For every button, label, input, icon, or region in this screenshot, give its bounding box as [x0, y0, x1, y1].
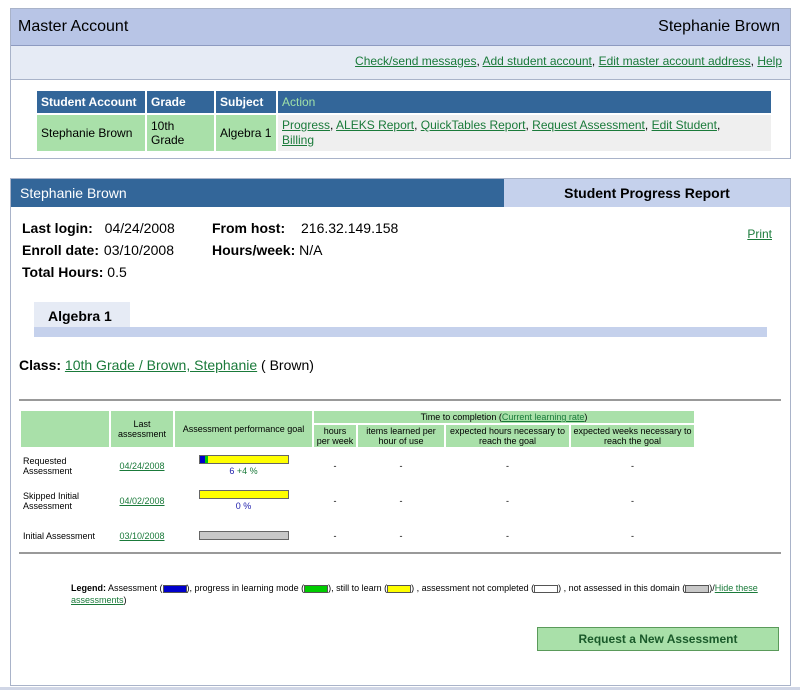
header-expected-hours: expected hours necessary to reach the go…	[446, 425, 569, 447]
edit-student-link[interactable]: Edit Student	[652, 118, 717, 132]
master-account-panel: Master Account Stephanie Brown Check/sen…	[10, 8, 791, 159]
help-link[interactable]: Help	[757, 54, 782, 68]
master-account-title: Master Account	[18, 18, 129, 35]
learning-percent: +4 %	[236, 466, 258, 476]
class-line: Class: 10th Grade / Brown, Stephanie ( B…	[19, 357, 314, 373]
divider	[19, 399, 781, 401]
divider	[19, 552, 781, 554]
master-account-user: Stephanie Brown	[658, 18, 780, 35]
legend-not-completed-swatch	[534, 584, 559, 593]
billing-link[interactable]: Billing	[282, 133, 314, 147]
assessment-date-link[interactable]: 03/10/2008	[119, 531, 164, 541]
aleks-report-link[interactable]: ALEKS Report	[336, 118, 414, 132]
last-login: Last login: 04/24/2008	[22, 220, 175, 236]
progress-bar	[198, 531, 289, 540]
legend-progress-swatch	[304, 584, 329, 593]
assessed-percent: 6	[229, 466, 235, 476]
legend-assessment-swatch	[162, 584, 187, 593]
subject-tabs: Algebra 1	[34, 302, 767, 337]
header-last-assessment: Last assessment	[111, 411, 173, 447]
student-panel: Stephanie Brown Student Progress Report …	[10, 178, 791, 686]
total-hours: Total Hours: 0.5	[22, 264, 127, 280]
header-action: Action	[278, 91, 771, 113]
cell-student: Stephanie Brown	[37, 115, 145, 151]
assessment-date-link[interactable]: 04/24/2008	[119, 461, 164, 471]
header-goal: Assessment performance goal	[175, 411, 312, 447]
assessment-date-link[interactable]: 04/02/2008	[119, 496, 164, 506]
legend-still-swatch	[387, 584, 412, 593]
check-messages-link[interactable]: Check/send messages	[355, 54, 476, 68]
cell-grade: 10th Grade	[147, 115, 214, 151]
student-header: Stephanie Brown Student Progress Report	[11, 179, 790, 207]
progress-bar	[198, 490, 289, 499]
header-student-account: Student Account	[37, 91, 145, 113]
header-grade: Grade	[147, 91, 214, 113]
table-row: Requested Assessment 04/24/2008 6 +4 % -…	[21, 449, 694, 482]
assessed-percent: 0 %	[235, 501, 252, 511]
student-name: Stephanie Brown	[11, 179, 504, 207]
header-expected-weeks: expected weeks necessary to reach the go…	[571, 425, 694, 447]
table-row: Skipped Initial Assessment 04/02/2008 0 …	[21, 484, 694, 517]
goal-cell: 6 +4 %	[175, 449, 312, 482]
row-label: Requested Assessment	[23, 455, 73, 476]
master-links: Check/send messages, Add student account…	[11, 46, 790, 80]
progress-bar	[198, 455, 289, 464]
row-label: Skipped Initial Assessment	[23, 490, 80, 511]
legend-not-assessed-swatch	[685, 584, 710, 593]
row-label: Initial Assessment	[23, 530, 96, 541]
student-account-table: Student Account Grade Subject Action Ste…	[35, 89, 773, 153]
progress-link[interactable]: Progress	[282, 118, 330, 132]
request-new-assessment-button[interactable]: Request a New Assessment	[537, 627, 779, 651]
learning-segment	[204, 456, 209, 463]
header-time-to-completion: Time to completion (Current learning rat…	[314, 411, 694, 423]
table-row: Stephanie Brown 10th Grade Algebra 1 Pro…	[37, 115, 771, 151]
current-rate-link[interactable]: Current learning rate	[502, 412, 585, 422]
hours-week: Hours/week: N/A	[212, 242, 323, 258]
goal-cell: 0 %	[175, 484, 312, 517]
from-host: From host: 216.32.149.158	[212, 220, 399, 236]
goal-cell	[175, 519, 312, 552]
tab-algebra-1[interactable]: Algebra 1	[34, 302, 130, 327]
header-hours-per-week: hours per week	[314, 425, 356, 447]
cell-actions: Progress, ALEKS Report, QuickTables Repo…	[278, 115, 771, 151]
edit-address-link[interactable]: Edit master account address	[599, 54, 751, 68]
table-row: Initial Assessment 03/10/2008 - - - -	[21, 519, 694, 552]
header-subject: Subject	[216, 91, 276, 113]
report-title: Student Progress Report	[504, 179, 790, 207]
request-assessment-link[interactable]: Request Assessment	[532, 118, 645, 132]
legend: Legend: Assessment (), progress in learn…	[71, 583, 758, 605]
print-link[interactable]: Print	[747, 227, 772, 241]
cell-subject: Algebra 1	[216, 115, 276, 151]
master-account-header: Master Account Stephanie Brown	[11, 9, 790, 46]
header-items-per-hour: items learned per hour of use	[358, 425, 444, 447]
add-student-link[interactable]: Add student account	[482, 54, 591, 68]
progress-table: Last assessment Assessment performance g…	[19, 409, 696, 554]
enroll-date: Enroll date: 03/10/2008	[22, 242, 174, 258]
class-link[interactable]: 10th Grade / Brown, Stephanie	[65, 357, 257, 373]
quicktables-report-link[interactable]: QuickTables Report	[421, 118, 526, 132]
